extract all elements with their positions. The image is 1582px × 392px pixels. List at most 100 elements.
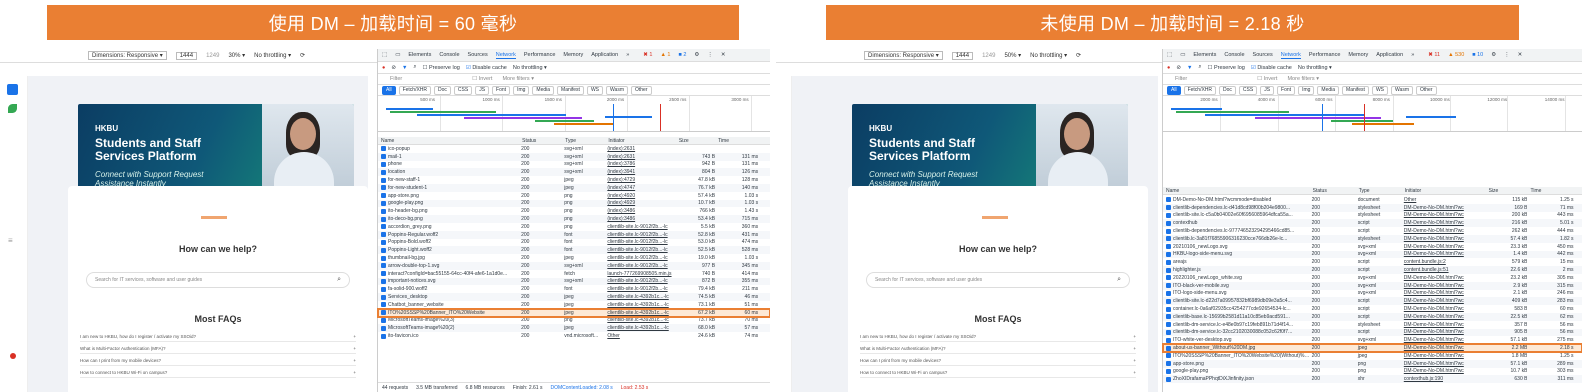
table-row[interactable]: interact?configId=bac55155-64cc-40f4-afe…: [378, 270, 770, 278]
search-icon[interactable]: ⌕: [1117, 276, 1121, 284]
clear-icon[interactable]: ⊘: [391, 65, 396, 71]
cell-initiator[interactable]: clientlib-site.lc-4392b1c...-lc: [605, 302, 676, 308]
chip-other[interactable]: Other: [1415, 85, 1437, 95]
chip-css[interactable]: CSS: [1238, 85, 1258, 95]
cell-initiator[interactable]: DM-Demo-No-DM.html?wc: [1402, 306, 1486, 312]
chip-fetchxhr[interactable]: Fetch/XHR: [1183, 85, 1217, 95]
cell-initiator[interactable]: Other: [1402, 197, 1486, 203]
faq-item[interactable]: How can I print from my mobile devices? +: [80, 356, 356, 366]
inspect-icon[interactable]: ⬚: [382, 52, 387, 58]
issue-count[interactable]: ■ 2: [678, 52, 686, 58]
filter-icon[interactable]: ▼: [1187, 65, 1192, 71]
throttle-select[interactable]: No throttling ▾: [254, 52, 291, 59]
tab-memory[interactable]: Memory: [1348, 52, 1368, 58]
warning-count[interactable]: ▲ 530: [1448, 52, 1464, 58]
chip-js[interactable]: JS: [1260, 85, 1275, 95]
faq-item[interactable]: I am new to HKBU, how do I register / ac…: [860, 332, 1136, 342]
table-row[interactable]: container.lc-0a6af02935cc4254277cde92654…: [1163, 305, 1582, 313]
more-icon[interactable]: ⋮: [1504, 52, 1510, 58]
table-row[interactable]: google-play.png 200 png DM-Demo-No-DM.html?…: [1163, 368, 1582, 376]
cell-initiator[interactable]: (index):3486: [605, 216, 676, 222]
faq-item[interactable]: What is Multi-Factor Authentication (MFA…: [860, 344, 1136, 354]
search-icon[interactable]: ⌕: [413, 64, 416, 71]
cell-initiator[interactable]: DM-Demo-No-DM.html?wc: [1402, 283, 1486, 289]
warning-count[interactable]: ▲ 1: [660, 52, 670, 58]
tab-performance[interactable]: Performance: [524, 52, 556, 58]
cell-initiator[interactable]: content.bundle.js:51: [1402, 267, 1486, 273]
chip-media[interactable]: Media: [532, 85, 555, 95]
table-row[interactable]: MicrosoftTeams-image%20(2) 200 jpeg clientl…: [378, 324, 770, 333]
chip-all[interactable]: All: [1167, 85, 1181, 95]
filter-icon[interactable]: ▼: [402, 65, 407, 71]
cell-initiator[interactable]: DM-Demo-No-DM.html?wc: [1402, 212, 1486, 218]
cell-initiator[interactable]: clientlib-site.lc-4392b1c...-lc: [605, 317, 676, 323]
disable-cache-checkbox[interactable]: ☑ Disable cache: [466, 65, 507, 71]
table-row[interactable]: thumbnail-bg.jpg 200 jpeg clientlib-site.lc…: [378, 254, 770, 262]
chip-css[interactable]: CSS: [453, 85, 473, 95]
faq-item[interactable]: What is Multi-Factor Authentication (MFA…: [80, 344, 356, 354]
table-row[interactable]: ito-favicon.ico 200 vnd.microsoft... Other 2…: [378, 332, 770, 340]
chip-js[interactable]: JS: [475, 85, 490, 95]
tab-elements[interactable]: Elements: [1193, 52, 1216, 58]
table-row[interactable]: location 200 svg+xml (index):3941 804 B 126 m…: [378, 168, 770, 177]
preserve-log-checkbox[interactable]: ☐ Preserve log: [422, 65, 459, 71]
faq-item[interactable]: How can I print from my mobile devices? +: [860, 356, 1136, 366]
height-field[interactable]: 1249: [982, 53, 995, 59]
zoom-select[interactable]: 50% ▾: [1004, 52, 1021, 59]
search-icon[interactable]: ⌕: [337, 276, 341, 284]
table-row[interactable]: ito-header-bg.png 200 png (index):3486 766 k…: [378, 207, 770, 215]
chip-fetchxhr[interactable]: Fetch/XHR: [398, 85, 432, 95]
tab-application[interactable]: Application: [591, 52, 618, 58]
table-row[interactable]: ZhoXIDrafamaPPhqtDiXJinfinity.json 200 xhr…: [1163, 375, 1582, 384]
tab-console[interactable]: Console: [1224, 52, 1244, 58]
cell-initiator[interactable]: (index):4929: [605, 200, 676, 206]
faq-item[interactable]: I am new to HKBU, how do I register / ac…: [80, 332, 356, 342]
table-row[interactable]: clientlib-dm-service.lc-32cc2102030088c0…: [1163, 328, 1582, 337]
cell-initiator[interactable]: DM-Demo-No-DM.html?wc: [1402, 314, 1486, 320]
table-row[interactable]: ITO-logo-side-menu.svg 200 svg+xml DM-Demo-…: [1163, 290, 1582, 298]
chip-img[interactable]: Img: [513, 85, 530, 95]
cell-initiator[interactable]: (index):4747: [605, 185, 676, 191]
more-icon[interactable]: ⋮: [707, 52, 713, 58]
faq-item[interactable]: How to connect to HKBU Wi-Fi on campus? +: [80, 368, 356, 378]
table-row[interactable]: ito-deco-bg.png 200 png (index):3486 53.4 kB…: [378, 215, 770, 223]
table-row[interactable]: phone 200 svg+xml (index):3786 942 B 131 ms: [378, 161, 770, 169]
rotate-icon[interactable]: ⟳: [1076, 52, 1081, 59]
cell-initiator[interactable]: (index):4729: [605, 177, 676, 183]
faq-item[interactable]: How to connect to HKBU Wi-Fi on campus? +: [860, 368, 1136, 378]
carousel-dots[interactable]: [201, 216, 227, 219]
col-initiator[interactable]: Initiator: [605, 138, 676, 144]
dimensions-select[interactable]: Dimensions: Responsive ▾: [864, 51, 943, 60]
cell-initiator[interactable]: content.bundle.js:2: [1402, 259, 1486, 265]
chip-ws[interactable]: WS: [586, 85, 603, 95]
col-status[interactable]: Status: [519, 138, 562, 144]
cell-initiator[interactable]: clientlib-site.lc-9012f2b...-lc: [605, 263, 676, 269]
col-time[interactable]: Time: [1527, 188, 1573, 194]
table-row[interactable]: areajs 200 script content.bundle.js:2 579 kB…: [1163, 258, 1582, 266]
search-icon[interactable]: ⌕: [1198, 64, 1201, 71]
preserve-log-checkbox[interactable]: ☐ Preserve log: [1207, 65, 1244, 71]
cell-initiator[interactable]: clientlib-site.lc-9012f2b...-lc: [605, 278, 676, 284]
chip-media[interactable]: Media: [1317, 85, 1340, 95]
cell-initiator[interactable]: DM-Demo-No-DM.html?wc: [1402, 220, 1486, 226]
height-field[interactable]: 1249: [206, 53, 219, 59]
search-input[interactable]: Search for IT services, software and use…: [866, 272, 1130, 288]
table-row[interactable]: contexthub 200 script DM-Demo-No-DM.html?wc…: [1163, 219, 1582, 228]
error-count[interactable]: ✖ 1: [643, 52, 652, 58]
cell-initiator[interactable]: DM-Demo-No-DM.html?wc: [1402, 345, 1486, 351]
table-row[interactable]: clientlib-site.lc-c5a0b04002e60f69560859…: [1163, 212, 1582, 220]
table-row[interactable]: app-store.png 200 png (index):4920 57.4 kB 1.…: [378, 192, 770, 200]
table-row[interactable]: Chatbot_banner_website 200 jpeg clientlib-s…: [378, 301, 770, 309]
chip-ws[interactable]: WS: [1371, 85, 1388, 95]
leaf-icon[interactable]: [8, 104, 17, 113]
table-row[interactable]: ITO-black-ver-mobile.svg 200 svg+xml DM-Dem…: [1163, 281, 1582, 290]
tab-sources[interactable]: Sources: [468, 52, 488, 58]
record-icon[interactable]: ●: [1167, 65, 1170, 71]
cell-initiator[interactable]: (index):2631: [605, 154, 676, 160]
tab-elements[interactable]: Elements: [408, 52, 431, 58]
chip-manifest[interactable]: Manifest: [1342, 85, 1369, 95]
cell-initiator[interactable]: clientlib-site.lc-9012f2b...-lc: [605, 224, 676, 230]
table-row[interactable]: ico-popup 200 svg+xml (index):2631: [378, 145, 770, 153]
chip-doc[interactable]: Doc: [1219, 85, 1236, 95]
search-input[interactable]: Search for IT services, software and use…: [86, 272, 350, 288]
